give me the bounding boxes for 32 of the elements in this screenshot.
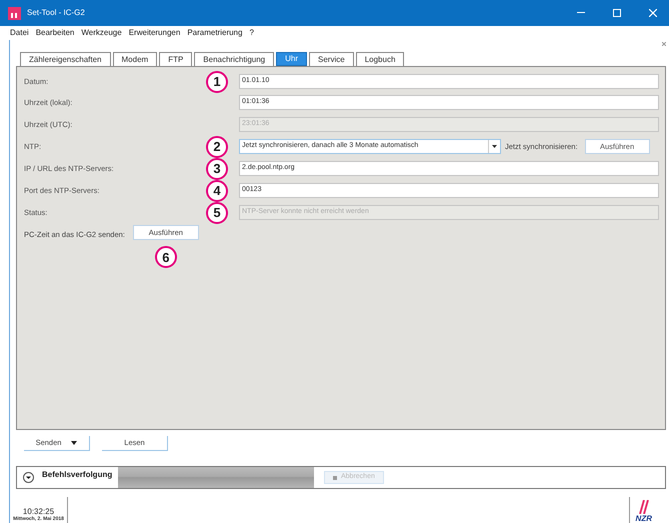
caret-icon	[71, 441, 78, 445]
callout-number: 3	[206, 158, 228, 180]
clock-time: 10:32:25	[22, 507, 54, 516]
tab[interactable]: FTP	[159, 52, 192, 66]
menu-item[interactable]: Erweiterungen	[128, 27, 180, 39]
window-title: Set-Tool - IC-G2	[27, 7, 85, 19]
callout-number: 1	[206, 70, 228, 92]
company-logo: NZR	[636, 514, 652, 523]
menu-item[interactable]: Datei	[10, 27, 29, 39]
tab[interactable]: Logbuch	[356, 52, 404, 66]
stop-icon	[333, 476, 337, 480]
callout-number: 5	[206, 202, 228, 224]
menu-item[interactable]: ?	[249, 27, 254, 39]
menu-item[interactable]: Parametrierung	[187, 27, 242, 39]
menu-item[interactable]: Bearbeiten	[36, 27, 74, 39]
callout-number: 6	[154, 246, 177, 268]
tab[interactable]: Benachrichtigung	[194, 52, 274, 66]
menu-item[interactable]: Werkzeuge	[81, 27, 122, 39]
expand-icon[interactable]	[23, 472, 34, 483]
tab[interactable]: Modem	[112, 52, 158, 66]
tab[interactable]: Service	[309, 52, 354, 66]
maximize-icon[interactable]	[613, 9, 621, 17]
tracker-title: Befehlsverfolgung	[42, 469, 114, 481]
minimize-icon[interactable]	[577, 12, 585, 14]
callout-number: 2	[206, 136, 228, 158]
app-icon	[8, 6, 21, 20]
close-icon[interactable]	[662, 42, 666, 46]
logo-stripes-icon	[638, 500, 649, 514]
tab[interactable]: Zählereigenschaften	[20, 52, 110, 66]
caret-icon	[492, 145, 497, 148]
callout-number: 4	[206, 180, 228, 202]
tab[interactable]: Uhr	[276, 52, 308, 66]
